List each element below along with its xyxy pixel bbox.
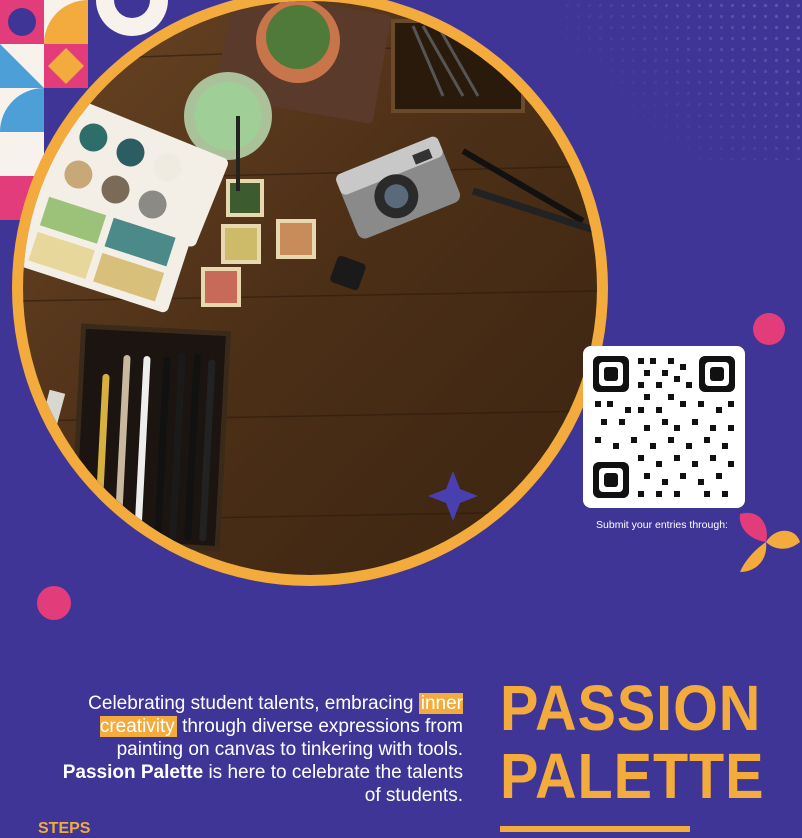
qr-code[interactable] xyxy=(583,346,745,508)
art-supplies-photo xyxy=(23,1,597,575)
tagline-text-3: is here to celebrate the talents of stud… xyxy=(203,762,463,806)
tagline-text-1: Celebrating student talents, embracing xyxy=(88,693,419,714)
tagline: Celebrating student talents, embracing i… xyxy=(43,692,463,807)
pink-circle-left xyxy=(37,586,71,620)
petal-ornament xyxy=(739,512,800,572)
pink-circle-right xyxy=(753,313,785,345)
event-title: PASSION PALETTE xyxy=(500,674,764,810)
event-title-line2: PALETTE xyxy=(500,740,765,812)
title-underline xyxy=(500,826,690,832)
tagline-brand: Passion Palette xyxy=(62,762,204,783)
event-title-line1: PASSION xyxy=(500,672,762,744)
qr-code-image xyxy=(593,356,735,498)
steps-heading: STEPS xyxy=(38,820,91,837)
dot-pattern xyxy=(562,0,802,160)
qr-caption: Submit your entries through: xyxy=(596,519,728,531)
